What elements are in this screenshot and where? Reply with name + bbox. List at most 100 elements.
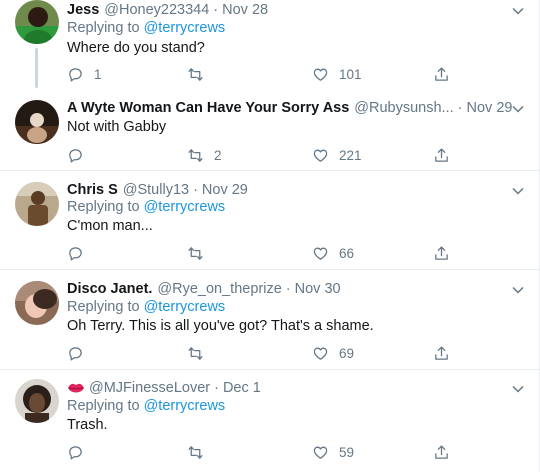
tweet-actions: 59: [67, 442, 467, 462]
share-button[interactable]: [433, 243, 450, 263]
share-button[interactable]: [433, 442, 450, 462]
tweet[interactable]: Disco Janet. @Rye_on_theprize · Nov 30 R…: [0, 270, 539, 370]
retweet-icon: [188, 67, 203, 81]
reply-count: 1: [94, 66, 102, 82]
like-button[interactable]: 69: [312, 343, 354, 363]
avatar[interactable]: [15, 379, 59, 423]
tweet-header: Chris S @Stully13 · Nov 29: [67, 180, 248, 200]
tweet-actions: 69: [67, 343, 467, 363]
retweet-icon: [188, 148, 203, 162]
chevron-down-icon[interactable]: [511, 4, 525, 18]
separator-dot: ·: [193, 182, 198, 198]
timestamp[interactable]: Nov 29: [467, 100, 513, 116]
retweet-button[interactable]: [187, 343, 214, 363]
handle[interactable]: @Honey223344: [104, 2, 209, 18]
tweet-actions: 2 221: [67, 145, 467, 165]
display-name[interactable]: Chris S: [67, 182, 118, 198]
display-name[interactable]: A Wyte Woman Can Have Your Sorry Ass: [67, 100, 349, 116]
heart-icon: [313, 149, 328, 162]
separator-dot: ·: [457, 100, 463, 116]
timestamp[interactable]: Nov 28: [222, 2, 268, 18]
lips-emoji-icon: [68, 383, 84, 393]
retweet-button[interactable]: [187, 243, 214, 263]
replying-to: Replying to @terrycrews: [67, 20, 225, 36]
reply-icon: [69, 148, 82, 163]
timestamp[interactable]: Dec 1: [223, 380, 261, 396]
mention-link[interactable]: @terrycrews: [144, 398, 226, 414]
tweet-header: Disco Janet. @Rye_on_theprize · Nov 30: [67, 279, 341, 299]
reply-icon: [69, 346, 82, 361]
chevron-down-icon[interactable]: [511, 283, 525, 297]
retweet-button[interactable]: [187, 442, 214, 462]
tweet-text: Not with Gabby: [67, 119, 167, 135]
display-name[interactable]: Jess: [67, 2, 99, 18]
replying-to: Replying to @terrycrews: [67, 398, 225, 414]
tweet-header: Jess @Honey223344 · Nov 28: [67, 0, 268, 20]
like-count: 221: [339, 147, 362, 163]
reply-button[interactable]: 1: [67, 64, 102, 84]
tweet[interactable]: @MJFinesseLover · Dec 1 Replying to @ter…: [0, 370, 539, 472]
tweet-text: Oh Terry. This is all you've got? That's…: [67, 318, 374, 334]
tweet-text: Where do you stand?: [67, 40, 205, 56]
share-button[interactable]: [433, 64, 450, 84]
reply-icon: [69, 246, 82, 261]
retweet-button[interactable]: 2: [187, 145, 222, 165]
thread-line: [35, 48, 38, 88]
share-icon: [435, 345, 448, 360]
tweet[interactable]: Chris S @Stully13 · Nov 29 Replying to @…: [0, 171, 539, 270]
share-button[interactable]: [433, 343, 450, 363]
mention-link[interactable]: @terrycrews: [144, 199, 226, 215]
share-icon: [435, 147, 448, 162]
mention-link[interactable]: @terrycrews: [144, 20, 226, 36]
mention-link[interactable]: @terrycrews: [144, 299, 226, 315]
share-button[interactable]: [433, 145, 450, 165]
tweet-header: A Wyte Woman Can Have Your Sorry Ass @Ru…: [67, 98, 512, 118]
like-count: 66: [339, 245, 355, 261]
like-button[interactable]: 221: [312, 145, 362, 165]
avatar[interactable]: [15, 281, 59, 325]
reply-button[interactable]: [67, 243, 94, 263]
reply-button[interactable]: [67, 442, 94, 462]
share-icon: [435, 245, 448, 260]
timestamp[interactable]: Nov 29: [202, 182, 248, 198]
handle[interactable]: @Stully13: [123, 182, 189, 198]
retweet-button[interactable]: [187, 64, 214, 84]
handle[interactable]: @Rubysunsh...: [354, 100, 453, 116]
heart-icon: [313, 247, 328, 260]
timestamp[interactable]: Nov 30: [295, 281, 341, 297]
share-icon: [435, 66, 448, 81]
like-button[interactable]: 66: [312, 243, 354, 263]
heart-icon: [313, 446, 328, 459]
display-name[interactable]: Disco Janet.: [67, 281, 152, 297]
chevron-down-icon[interactable]: [511, 102, 525, 116]
tweet-text: Trash.: [67, 417, 108, 433]
separator-dot: ·: [213, 2, 219, 18]
tweet-actions: 1 101: [67, 64, 467, 84]
like-count: 69: [339, 345, 355, 361]
tweet[interactable]: Jess @Honey223344 · Nov 28 Replying to @…: [0, 0, 539, 89]
replying-to-label: Replying to: [67, 20, 140, 36]
chevron-down-icon[interactable]: [511, 184, 525, 198]
retweet-icon: [188, 346, 203, 360]
handle[interactable]: @MJFinesseLover: [89, 380, 210, 396]
like-count: 59: [339, 444, 355, 460]
share-icon: [435, 444, 448, 459]
replying-to-label: Replying to: [67, 199, 140, 215]
like-button[interactable]: 59: [312, 442, 354, 462]
avatar[interactable]: [15, 100, 59, 144]
tweet-header: @MJFinesseLover · Dec 1: [67, 378, 261, 398]
tweet-actions: 66: [67, 243, 467, 263]
reply-icon: [69, 67, 82, 82]
replying-to: Replying to @terrycrews: [67, 299, 225, 315]
replying-to-label: Replying to: [67, 398, 140, 414]
avatar[interactable]: [15, 0, 59, 44]
replying-to-label: Replying to: [67, 299, 140, 315]
like-button[interactable]: 101: [312, 64, 362, 84]
chevron-down-icon[interactable]: [511, 382, 525, 396]
tweet[interactable]: A Wyte Woman Can Have Your Sorry Ass @Ru…: [0, 89, 539, 171]
handle[interactable]: @Rye_on_theprize: [157, 281, 281, 297]
retweet-count: 2: [214, 147, 222, 163]
avatar[interactable]: [15, 182, 59, 226]
reply-button[interactable]: [67, 343, 94, 363]
reply-button[interactable]: [67, 145, 94, 165]
